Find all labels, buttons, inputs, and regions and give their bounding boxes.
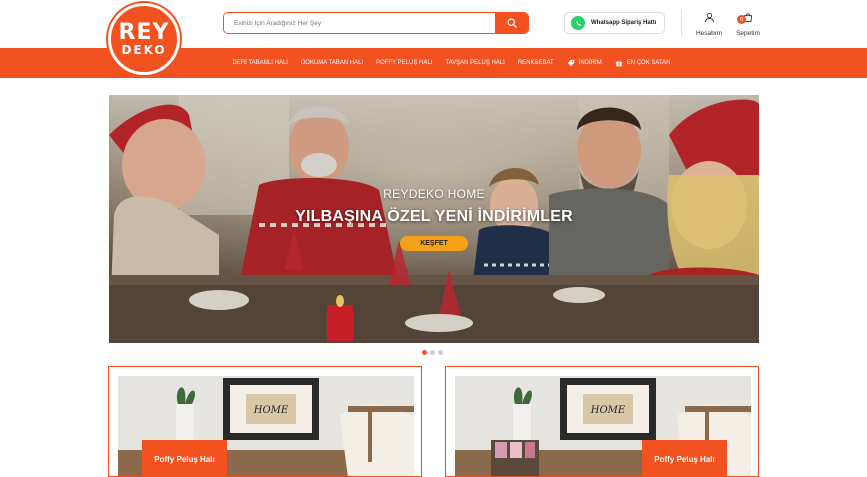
nav-item-label: İNDİRİM	[578, 60, 602, 66]
nav-item-label: DOKUMA TABAN HALI	[300, 60, 364, 66]
nav-item-label: DERİ TABANLI HALI	[232, 60, 288, 66]
card-label: Poffy Peluş Halı	[142, 440, 227, 476]
header-divider	[681, 10, 682, 36]
account-button[interactable]: Hesabım	[694, 10, 724, 37]
account-label: Hesabım	[695, 30, 722, 37]
nav-item-label: EN ÇOK SATAN	[626, 60, 671, 66]
whatsapp-label: Whatsapp Sipariş Hattı	[591, 20, 657, 26]
search-icon	[506, 18, 517, 28]
whatsapp-order-button[interactable]: Whatsapp Sipariş Hattı	[564, 12, 665, 34]
hero-title: YILBAŞINA ÖZEL YENİ İNDİRİMLER	[295, 208, 573, 225]
slider-dots	[422, 350, 443, 355]
nav-item-dokuma-taban-hali[interactable]: DOKUMA TABAN HALI	[301, 60, 363, 66]
gift-icon	[615, 60, 622, 67]
nav-item-renk-ebat[interactable]: RENK&EBAT	[518, 60, 554, 66]
cart-label: Sepetim	[736, 30, 760, 37]
hero-overlay: REYDEKO HOME YILBAŞINA ÖZEL YENİ İNDİRİM…	[109, 95, 759, 343]
tag-icon	[567, 59, 574, 67]
nav-item-poffy-pelus-hali[interactable]: POFFY PELUŞ HALI	[376, 60, 432, 66]
hero-subtitle: REYDEKO HOME	[383, 187, 485, 201]
nav-item-en-cok-satan[interactable]: EN ÇOK SATAN	[615, 59, 671, 67]
category-card-2[interactable]: HOME Poffy Peluş Halı	[445, 366, 759, 477]
whatsapp-icon	[571, 16, 585, 30]
cart-button[interactable]: 0 Sepetim	[733, 10, 763, 37]
logo[interactable]: REY DEKO	[108, 3, 180, 75]
site-header: REY DEKO Whatsapp Sipariş Hattı Hesabım	[0, 0, 867, 75]
card-label: Poffy Peluş Halı	[642, 440, 727, 476]
nav-item-tavsan-pelus-hali[interactable]: TAVŞAN PELUŞ HALI	[445, 60, 504, 66]
nav-item-label: TAVŞAN PELUŞ HALI	[445, 60, 505, 66]
cart-count-badge: 0	[737, 15, 746, 24]
slider-dot-3[interactable]	[438, 350, 443, 355]
search-input[interactable]	[224, 13, 496, 33]
hero-discover-button[interactable]: KEŞFET	[400, 236, 468, 251]
nav-item-indirim[interactable]: İNDİRİM	[567, 59, 602, 67]
slider-dot-2[interactable]	[430, 350, 435, 355]
logo-text-top: REY	[118, 19, 170, 45]
logo-text-bottom: DEKO	[121, 42, 167, 57]
category-card-1[interactable]: HOME Poffy Peluş Halı	[108, 366, 422, 477]
slider-dot-1[interactable]	[422, 350, 427, 355]
nav-item-deri-tabanli-hali[interactable]: DERİ TABANLI HALI	[232, 60, 287, 66]
frame-text: HOME	[253, 405, 289, 416]
frame-text: HOME	[590, 405, 626, 416]
nav-item-label: POFFY PELUŞ HALI	[376, 60, 433, 66]
search-button[interactable]	[495, 13, 528, 33]
nav-item-label: RENK&EBAT	[517, 60, 554, 66]
user-icon	[704, 12, 714, 23]
hero-banner[interactable]: REYDEKO HOME YILBAŞINA ÖZEL YENİ İNDİRİM…	[109, 95, 759, 343]
search-bar	[223, 12, 529, 34]
